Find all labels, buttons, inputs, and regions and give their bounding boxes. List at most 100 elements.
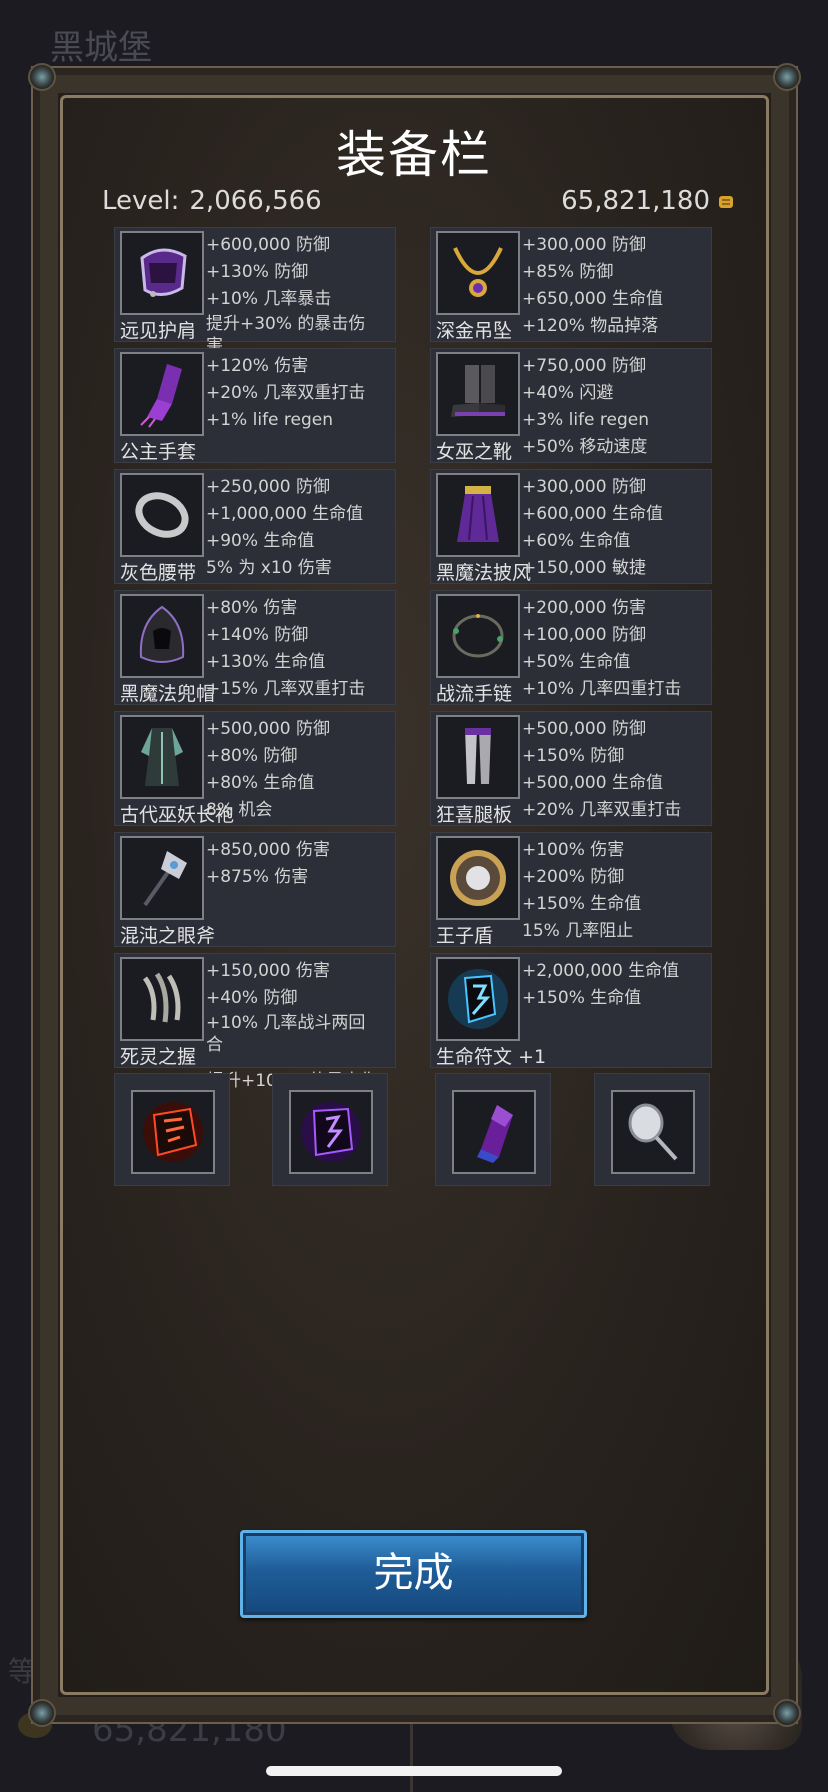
level-label: Level:	[102, 186, 180, 216]
dark-hood-icon	[120, 594, 204, 678]
stat-line: +40% 闪避	[522, 383, 614, 403]
stat-line: +300,000 防御	[522, 235, 646, 255]
stat-line: +1,000,000 生命值	[206, 504, 364, 524]
background-staff-image	[410, 1710, 413, 1792]
extra-slot-1[interactable]	[114, 1073, 230, 1186]
equipment-name: 生命符文 +1	[436, 1042, 546, 1069]
stat-line: +10% 几率暴击	[206, 289, 332, 309]
equipment-name: 女巫之靴	[436, 441, 513, 463]
stat-line: +15% 几率双重打击	[206, 679, 366, 699]
stat-line: +500,000 防御	[206, 719, 330, 739]
equipment-card-shield[interactable]: 王子盾 +100% 伤害 +200% 防御 +150% 生命值 15% 几率阻止	[430, 832, 712, 947]
bracelet-icon	[436, 594, 520, 678]
equipment-name: 王子盾	[436, 925, 494, 947]
gold-amount: 65,821,180	[561, 186, 710, 216]
stat-line: +100% 伤害	[522, 840, 625, 860]
round-shield-icon	[436, 836, 520, 920]
equipment-stats: +100% 伤害 +200% 防御 +150% 生命值 15% 几率阻止	[522, 837, 711, 945]
stat-line: +50% 移动速度	[522, 437, 648, 457]
gold-amulet-icon	[436, 231, 520, 315]
stat-line: 15% 几率阻止	[522, 921, 634, 941]
equipment-card-gloves[interactable]: 公主手套 +120% 伤害 +20% 几率双重打击 +1% life regen	[114, 348, 396, 463]
frame-corner-ornament	[773, 63, 801, 91]
level-value: 2,066,566	[189, 186, 322, 216]
stat-line: +120% 物品掉落	[522, 316, 659, 336]
background-screen-title: 黑城堡	[50, 28, 152, 68]
chaos-axe-icon	[120, 836, 204, 920]
lich-robe-icon	[120, 715, 204, 799]
equipment-card-cloak[interactable]: 黑魔法披风 +300,000 防御 +600,000 生命值 +60% 生命值 …	[430, 469, 712, 584]
equipment-card-rune[interactable]: 生命符文 +1 +2,000,000 生命值 +150% 生命值	[430, 953, 712, 1068]
stat-line: +150% 生命值	[522, 894, 642, 914]
background-side-text: 等	[8, 1655, 37, 1688]
stat-line: +140% 防御	[206, 625, 309, 645]
stat-line: +1% life regen	[206, 410, 334, 430]
equipment-card-amulet[interactable]: 深金吊坠 +300,000 防御 +85% 防御 +650,000 生命值 +1…	[430, 227, 712, 342]
stat-line: +20% 几率双重打击	[522, 800, 682, 820]
equipment-name-text: 生命符文	[436, 1046, 513, 1068]
extra-slot-4[interactable]	[594, 1073, 710, 1186]
equipment-card-shoulder[interactable]: 远见护肩 +600,000 防御 +130% 防御 +10% 几率暴击 提升+3…	[114, 227, 396, 356]
purple-cloak-icon	[436, 473, 520, 557]
equipment-card-hood[interactable]: 黑魔法兜帽 +80% 伤害 +140% 防御 +130% 生命值 +15% 几率…	[114, 590, 396, 705]
stat-line: +850,000 伤害	[206, 840, 330, 860]
purple-gauntlet-icon	[120, 352, 204, 436]
equipment-stats: +600,000 防御 +130% 防御 +10% 几率暴击 提升+30% 的暴…	[206, 232, 395, 357]
gold-scroll-icon	[716, 192, 736, 212]
equipment-card-bracelet[interactable]: 战流手链 +200,000 伤害 +100,000 防御 +50% 生命值 +1…	[430, 590, 712, 705]
stat-line: +130% 生命值	[206, 652, 326, 672]
purple-crystal-icon	[452, 1090, 536, 1174]
stat-line: +650,000 生命值	[522, 289, 663, 309]
stat-line: +200% 防御	[522, 867, 625, 887]
equipment-name: 灰色腰带	[120, 562, 197, 584]
equipment-name: 混沌之眼斧	[120, 925, 216, 947]
red-rune-icon	[131, 1090, 215, 1174]
home-indicator[interactable]	[266, 1766, 562, 1776]
life-rune-icon	[436, 957, 520, 1041]
stat-line: +500,000 防御	[522, 719, 646, 739]
stat-line: +875% 伤害	[206, 867, 309, 887]
stat-line: +150% 防御	[522, 746, 625, 766]
stat-line: +80% 生命值	[206, 773, 315, 793]
level-display: Level: 2,066,566	[102, 186, 322, 216]
frame-corner-ornament	[773, 1699, 801, 1727]
equipment-stats: +300,000 防御 +600,000 生命值 +60% 生命值 +150,0…	[522, 474, 711, 582]
equipment-card-boots[interactable]: 女巫之靴 +750,000 防御 +40% 闪避 +3% life regen …	[430, 348, 712, 463]
equipment-name: 黑魔法披风	[436, 562, 532, 584]
done-button[interactable]: 完成	[240, 1530, 587, 1618]
equipment-stats: +250,000 防御 +1,000,000 生命值 +90% 生命值 5% 为…	[206, 474, 395, 582]
extra-slot-2[interactable]	[272, 1073, 388, 1186]
equipment-card-legplates[interactable]: 狂喜腿板 +500,000 防御 +150% 防御 +500,000 生命值 +…	[430, 711, 712, 826]
purple-rune-icon	[289, 1090, 373, 1174]
equipment-stats: +200,000 伤害 +100,000 防御 +50% 生命值 +10% 几率…	[522, 595, 711, 703]
stat-line: +2,000,000 生命值	[522, 961, 680, 981]
equipment-card-belt[interactable]: 灰色腰带 +250,000 防御 +1,000,000 生命值 +90% 生命值…	[114, 469, 396, 584]
stat-line: +200,000 伤害	[522, 598, 646, 618]
stat-line: +3% life regen	[522, 410, 650, 430]
stat-line: 5% 为 x10 伤害	[206, 558, 332, 578]
stat-line: +90% 生命值	[206, 531, 315, 551]
equipment-card-claw[interactable]: 死灵之握 +150,000 伤害 +40% 防御 +10% 几率战斗两回合	[114, 953, 396, 1068]
stat-line: +10% 几率战斗两回合	[206, 1013, 366, 1055]
equipment-name: 公主手套	[120, 441, 197, 463]
extra-slot-3[interactable]	[435, 1073, 551, 1186]
stat-line: +85% 防御	[522, 262, 614, 282]
stat-line: +130% 防御	[206, 262, 309, 282]
stat-line: +150,000 敏捷	[522, 558, 646, 578]
stat-line: +80% 防御	[206, 746, 298, 766]
stat-line: 8% 机会	[206, 800, 273, 820]
stat-line: +600,000 生命值	[522, 504, 663, 524]
stat-line: +80% 伤害	[206, 598, 298, 618]
equipment-stats: +300,000 防御 +85% 防御 +650,000 生命值 +120% 物…	[522, 232, 711, 340]
equipment-card-axe[interactable]: 混沌之眼斧 +850,000 伤害 +875% 伤害	[114, 832, 396, 947]
stat-line: +60% 生命值	[522, 531, 631, 551]
equipment-stats: +750,000 防御 +40% 闪避 +3% life regen +50% …	[522, 353, 711, 461]
equipment-stats: +150,000 伤害 +40% 防御 +10% 几率战斗两回合	[206, 958, 395, 1056]
equipment-name: 远见护肩	[120, 320, 197, 342]
equipment-name: 深金吊坠	[436, 320, 513, 342]
equipment-card-robe[interactable]: 古代巫妖长袍 +500,000 防御 +80% 防御 +80% 生命值 8% 机…	[114, 711, 396, 826]
equipment-stats: +500,000 防御 +80% 防御 +80% 生命值 8% 机会	[206, 716, 395, 824]
stat-line: +20% 几率双重打击	[206, 383, 366, 403]
stat-line: +300,000 防御	[522, 477, 646, 497]
frame-corner-ornament	[28, 63, 56, 91]
